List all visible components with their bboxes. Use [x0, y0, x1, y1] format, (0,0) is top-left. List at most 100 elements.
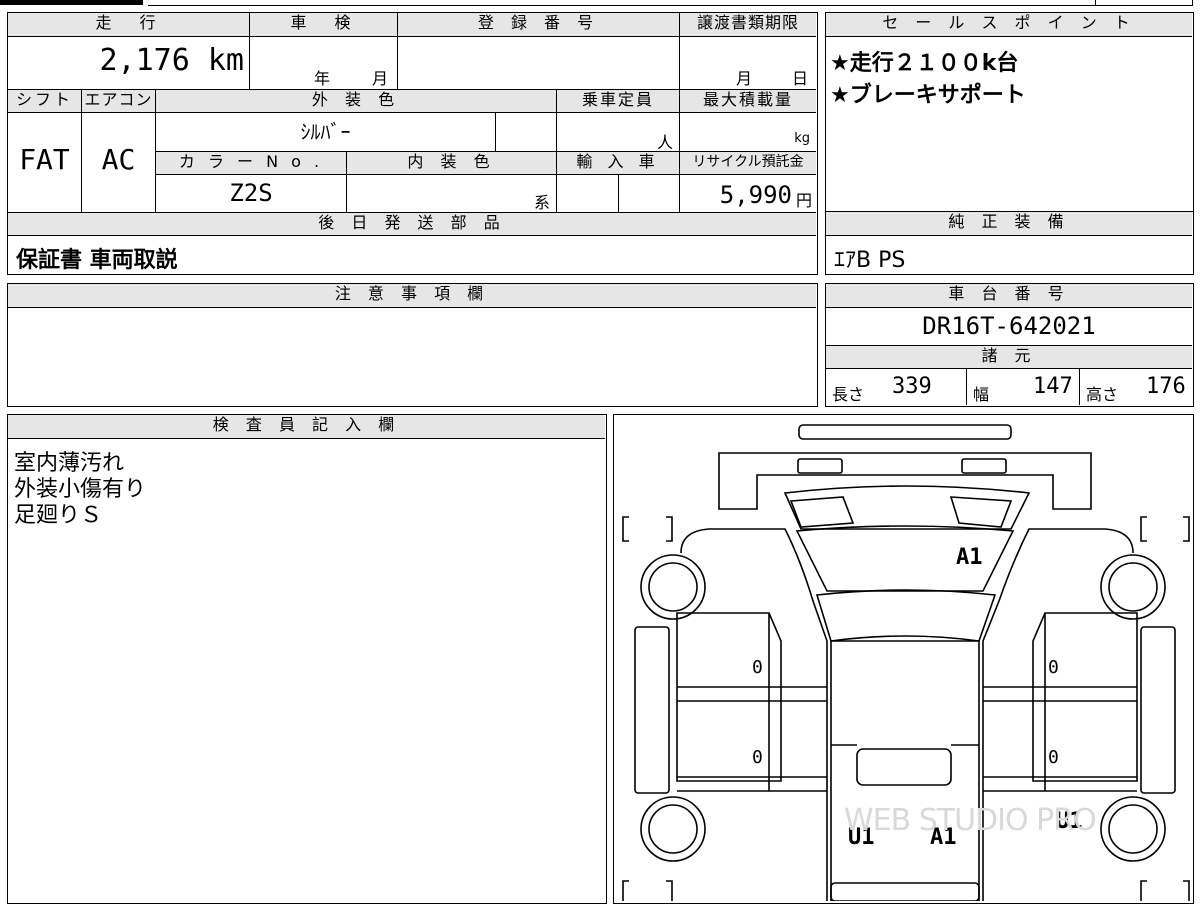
diagram-light-right	[961, 458, 1007, 474]
diagram-body-left	[680, 528, 828, 901]
import-cell-a	[556, 175, 618, 212]
capacity-header: 乗車定員	[556, 89, 679, 113]
registration-header: 登 録 番 号	[397, 13, 679, 37]
diagram-bracket-tl	[622, 516, 673, 542]
diagram-bracket-br	[1140, 880, 1190, 901]
diagram-rear-section	[718, 452, 1092, 510]
inspector-note-line-3: 足廻りＳ	[14, 503, 103, 528]
inspector-notes-box: 検 査 員 記 入 欄 室内薄汚れ 外装小傷有り 足廻りＳ	[7, 414, 607, 904]
chassis-number-value: DR16T-642021	[922, 312, 1096, 340]
diagram-wheel-front-left	[640, 554, 706, 620]
diagram-mirror-left	[789, 496, 855, 528]
damage-mark-zero-4: 0	[1048, 747, 1059, 768]
damage-mark-zero-2: 0	[1048, 657, 1059, 678]
shift-header: シフト	[8, 89, 81, 113]
later-parts-value: 保証書 車両取説	[16, 248, 178, 273]
sales-point-header: セ ー ル ス ポ イ ン ト	[826, 13, 1192, 37]
spec-height-cell: 高さ 176	[1079, 369, 1192, 405]
sales-point-box: セ ー ル ス ポ イ ン ト ★走行２１００k台 ★ブレーキサポート	[825, 12, 1194, 212]
ac-header: エアコン	[81, 89, 155, 113]
diagram-front-grille	[830, 882, 980, 901]
diagram-left-side	[676, 612, 782, 782]
genuine-equipment-value: ｴｱB PS	[834, 248, 906, 273]
recycle-deposit-unit: 円	[795, 191, 812, 210]
notes-header: 注 意 事 項 欄	[8, 284, 816, 308]
specs-header: 諸 元	[826, 345, 1192, 369]
transfer-deadline-cell: 月 日	[679, 37, 816, 89]
mileage-header: 走 行	[8, 13, 249, 37]
color-no-value: Z2S	[155, 175, 346, 212]
watermark: WEB STUDIO PRO	[844, 803, 1097, 838]
transfer-month-label: 月	[736, 69, 753, 88]
diagram-top-bar	[798, 424, 1012, 440]
import-cell-b	[618, 175, 679, 212]
exterior-color-header: 外 装 色	[155, 89, 556, 113]
damage-mark-zero-3: 0	[752, 747, 763, 768]
diagram-sidebar-left	[634, 626, 670, 794]
diagram-emblem	[856, 748, 952, 786]
later-parts-header: 後 日 発 送 部 品	[8, 212, 816, 236]
damage-mark-zero-1: 0	[752, 657, 763, 678]
capacity-unit: 人	[656, 133, 673, 152]
top-cells	[148, 0, 1148, 6]
diagram-body-right	[982, 528, 1134, 901]
inspection-header: 車 検	[249, 13, 397, 37]
inspector-notes-header: 検 査 員 記 入 欄	[8, 415, 605, 439]
max-load-unit: kg	[794, 131, 810, 146]
transfer-deadline-header: 譲渡書類期限	[679, 13, 816, 37]
chassis-specs-box: 車 台 番 号 DR16T-642021 諸 元 長さ 339 幅 147 高さ…	[825, 283, 1194, 407]
diagram-bracket-tr	[1140, 516, 1190, 542]
genuine-equipment-box: 純 正 装 備 ｴｱB PS	[825, 211, 1194, 275]
max-load-header: 最大積載量	[679, 89, 816, 113]
inspection-cell: 年 月	[249, 37, 397, 89]
diagram-bonnet	[830, 640, 980, 901]
top-black-block	[0, 0, 143, 5]
spec-width-label: 幅	[973, 385, 990, 404]
diagram-light-left	[797, 458, 843, 474]
spec-width-cell: 幅 147	[966, 369, 1079, 405]
genuine-equipment-header: 純 正 装 備	[826, 212, 1192, 236]
max-load-cell: kg	[679, 113, 816, 151]
recycle-deposit-value: 5,990	[719, 181, 792, 209]
damage-mark-a1-front: A1	[956, 545, 983, 570]
top-strip	[0, 0, 1200, 7]
vehicle-diagram-box: A1 0 0 0 0 U1 A1 U1 WEB STUDIO PRO	[613, 414, 1194, 904]
interior-color-cell: 系	[346, 175, 556, 212]
exterior-color-value: ｼﾙﾊﾞｰ	[155, 113, 495, 151]
transfer-day-label: 日	[792, 69, 809, 88]
exterior-color-extra	[495, 113, 556, 151]
spec-height-label: 高さ	[1086, 385, 1119, 404]
top-right-cell	[1095, 0, 1193, 6]
inspection-month-label: 月	[372, 69, 389, 88]
diagram-mirror-right	[949, 496, 1013, 528]
chassis-number-header: 車 台 番 号	[826, 284, 1192, 308]
diagram-wheel-front-right	[1100, 554, 1166, 620]
sales-point-line-2: ★ブレーキサポート	[830, 83, 1026, 108]
interior-color-header: 内 装 色	[346, 151, 556, 175]
import-header: 輸 入 車	[556, 151, 679, 175]
recycle-deposit-cell: 5,990 円	[679, 175, 816, 212]
spec-height-value: 176	[1146, 374, 1186, 399]
mileage-value: 2,176 km	[99, 43, 245, 78]
shift-value: FAT	[19, 143, 70, 176]
spec-length-label: 長さ	[832, 385, 865, 404]
diagram-wheel-rear-right	[1100, 796, 1166, 862]
color-no-header: カ ラ ー N o .	[155, 151, 346, 175]
ac-value: AC	[81, 113, 155, 212]
spec-length-value: 339	[892, 374, 932, 399]
notes-box: 注 意 事 項 欄	[7, 283, 818, 407]
capacity-cell: 人	[556, 113, 679, 152]
recycle-deposit-header: リサイクル預託金	[679, 151, 816, 175]
spec-length-cell: 長さ 339	[826, 369, 966, 405]
diagram-wheel-rear-left	[640, 796, 706, 862]
interior-suffix: 系	[533, 193, 550, 212]
diagram-sidebar-right	[1140, 626, 1176, 794]
sales-point-line-1: ★走行２１００k台	[830, 51, 1019, 76]
spec-width-value: 147	[1033, 374, 1073, 399]
registration-cell	[397, 37, 679, 89]
vehicle-info-table: 走 行 車 検 登 録 番 号 譲渡書類期限 2,176 km 年 月 月 日 …	[7, 12, 818, 275]
diagram-windshield	[815, 589, 997, 642]
diagram-bracket-bl	[622, 880, 673, 901]
diagram-rear-glass	[783, 485, 1031, 530]
inspection-year-label: 年	[314, 69, 331, 88]
